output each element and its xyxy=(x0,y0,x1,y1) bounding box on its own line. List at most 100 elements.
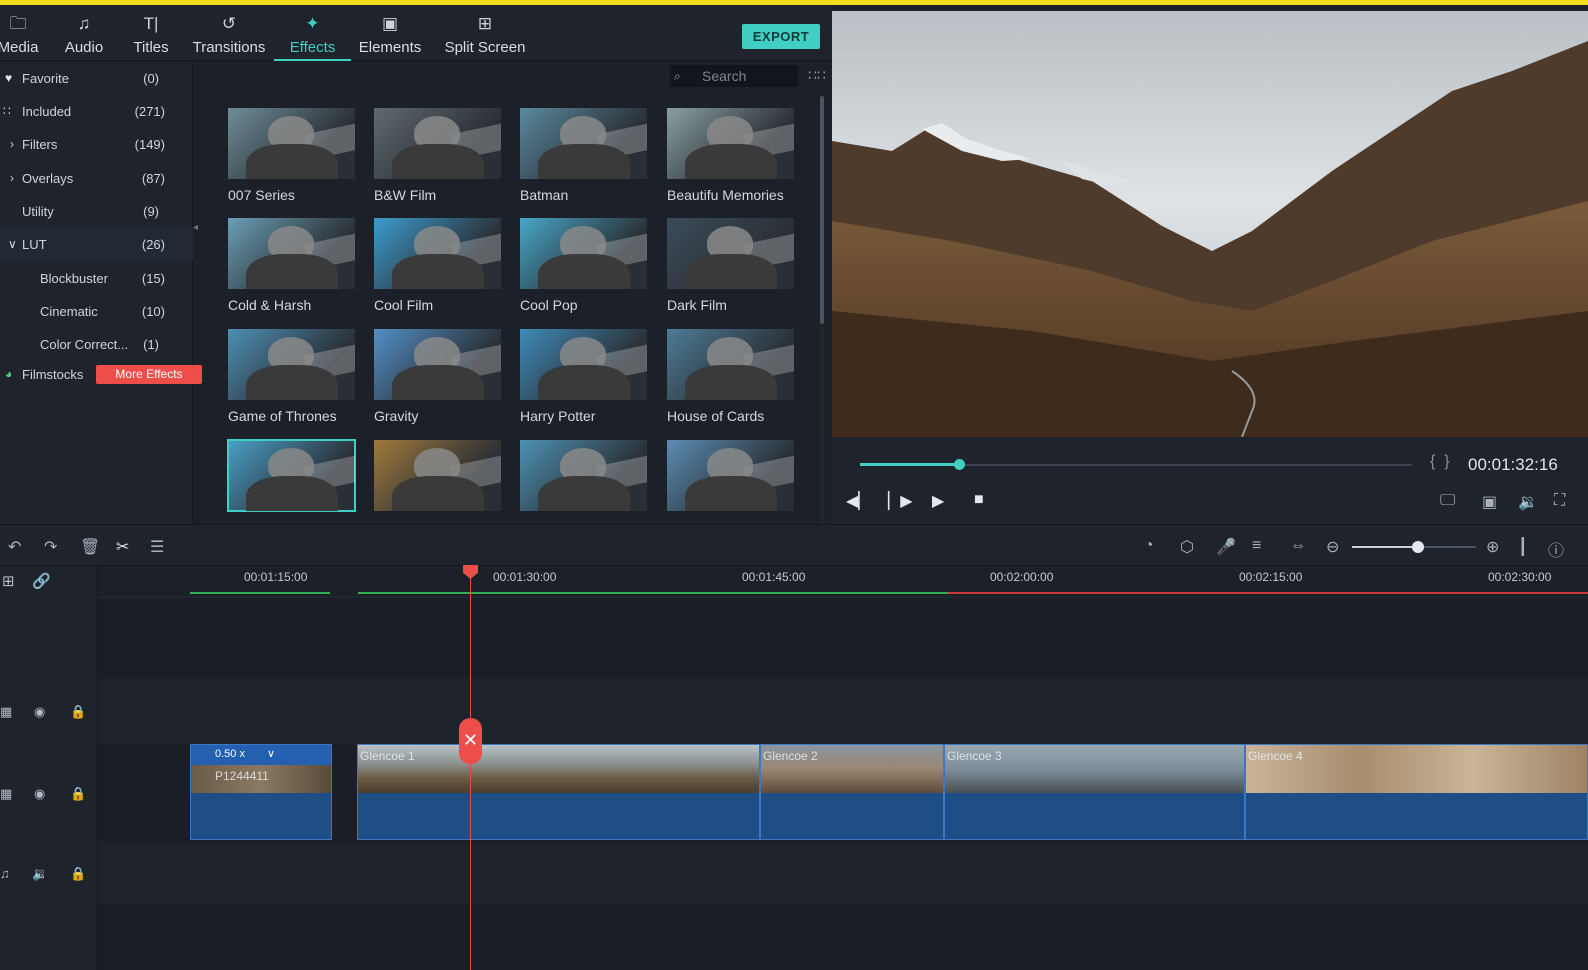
sidebar-item-included[interactable]: ∷ Included (271) xyxy=(0,95,193,128)
render-bar-red xyxy=(948,592,1588,594)
effect-card[interactable] xyxy=(227,439,356,524)
video-track-2[interactable] xyxy=(98,678,1588,744)
delete-icon[interactable]: 🗑 xyxy=(80,537,100,557)
video-preview[interactable] xyxy=(832,11,1588,437)
split-marker-icon[interactable]: ✕ xyxy=(459,718,482,764)
effect-card[interactable]: B&W Film xyxy=(374,108,501,210)
volume-icon[interactable]: 🔉 xyxy=(32,866,48,882)
chevron-right-icon: › xyxy=(10,137,14,151)
tab-audio[interactable]: ♫ Audio xyxy=(58,5,110,61)
sidebar-item-cinematic[interactable]: Cinematic (10) xyxy=(0,295,193,328)
volume-icon[interactable]: 🔉 xyxy=(1518,492,1538,512)
sidebar-item-lut[interactable]: ∨ LUT (26) xyxy=(0,228,193,261)
clip-glencoe-4[interactable]: Glencoe 4 xyxy=(1245,744,1588,840)
zoom-slider-handle[interactable] xyxy=(1411,541,1424,553)
effect-title: Gravity xyxy=(374,408,419,424)
effect-thumbnail xyxy=(227,439,356,512)
clip-glencoe-1[interactable]: Glencoe 1 xyxy=(357,744,760,840)
scrollbar-thumb[interactable] xyxy=(820,96,824,324)
effect-card[interactable]: Gravity xyxy=(374,329,501,431)
effect-card[interactable] xyxy=(374,440,501,524)
snapshot-icon[interactable]: ▣ xyxy=(1482,492,1497,512)
step-back-icon[interactable]: ◀▏ xyxy=(846,491,871,511)
audio-track[interactable] xyxy=(98,842,1588,904)
sidebar-item-color-correct[interactable]: Color Correct... (1) xyxy=(0,328,193,361)
frame-play-icon[interactable]: ▏▶ xyxy=(888,491,913,511)
grid-view-icon[interactable]: ∷∷ xyxy=(808,67,826,84)
clip-p1244411[interactable]: 0.50 x ∨ P1244411 xyxy=(190,744,332,840)
adjust-icon[interactable]: ☰ xyxy=(150,537,164,557)
clip-glencoe-2[interactable]: Glencoe 2 xyxy=(760,744,944,840)
lock-icon[interactable]: 🔒 xyxy=(70,786,86,802)
add-track-icon[interactable]: ⊞ xyxy=(2,572,15,590)
tab-elements[interactable]: ▣ Elements xyxy=(356,5,424,61)
tab-transitions[interactable]: ↺ Transitions xyxy=(186,5,272,61)
sidebar-item-favorite[interactable]: ♥ Favorite (0) xyxy=(0,62,193,95)
effect-card[interactable]: Cool Film xyxy=(374,218,501,320)
effect-card[interactable]: Game of Thrones xyxy=(228,329,355,431)
effect-title: Cool Pop xyxy=(520,297,578,313)
fit-timeline-icon[interactable]: ⇔ xyxy=(1290,537,1306,555)
in-out-brackets-icon[interactable]: { } xyxy=(1430,453,1450,471)
sidebar-item-utility[interactable]: Utility (9) xyxy=(0,195,193,228)
fullscreen-icon[interactable]: ⛶ xyxy=(1554,492,1565,510)
effect-card[interactable]: Dark Film xyxy=(667,218,794,320)
stop-icon[interactable]: ■ xyxy=(974,491,984,509)
more-effects-button[interactable]: More Effects xyxy=(96,365,202,384)
effect-card[interactable]: 007 Series xyxy=(228,108,355,210)
split-screen-icon: ⊞ xyxy=(477,14,493,33)
empty-track[interactable] xyxy=(98,598,1588,678)
effect-card[interactable]: House of Cards xyxy=(667,329,794,431)
effect-card[interactable]: Batman xyxy=(520,108,647,210)
chevron-down-icon: ∨ xyxy=(8,237,17,251)
tab-titles[interactable]: T| Titles xyxy=(124,5,178,61)
marker-icon[interactable]: ⬡ xyxy=(1180,537,1194,557)
sidebar-item-blockbuster[interactable]: Blockbuster (15) xyxy=(0,262,193,295)
render-bar-green-2 xyxy=(358,592,948,594)
render-icon[interactable]: ◔ xyxy=(1144,537,1154,555)
sidebar-item-filters[interactable]: › Filters (149) xyxy=(0,128,193,161)
help-icon[interactable]: ⓘ xyxy=(1548,537,1564,561)
effect-card[interactable] xyxy=(667,440,794,524)
tab-media[interactable]: 🗀 Media xyxy=(0,5,46,61)
column-icon[interactable]: ┃ xyxy=(1518,537,1528,557)
effect-card[interactable]: Beautifu Memories xyxy=(667,108,794,210)
tab-effects[interactable]: ✦ Effects xyxy=(274,5,351,61)
text-icon: T| xyxy=(143,14,159,33)
eye-icon[interactable]: ◉ xyxy=(34,704,45,720)
export-button[interactable]: EXPORT xyxy=(742,24,820,49)
clip-glencoe-3[interactable]: Glencoe 3 xyxy=(944,744,1245,840)
effect-card[interactable]: Cold & Harsh xyxy=(228,218,355,320)
effect-card[interactable] xyxy=(520,440,647,524)
timeline-ruler[interactable]: 00:01:15:00 00:01:30:00 00:01:45:00 00:0… xyxy=(98,566,1588,598)
collapse-sidebar-icon[interactable]: ◂ xyxy=(193,222,205,233)
playback-progress-handle[interactable] xyxy=(954,459,966,470)
play-icon[interactable]: ▶ xyxy=(932,491,944,511)
transition-icon: ↺ xyxy=(221,14,237,33)
effects-grid-panel: ⌕ Search ∷∷ 007 Series B&W Film Batman Beau… xyxy=(208,62,830,524)
lock-icon[interactable]: 🔒 xyxy=(70,704,86,720)
redo-icon[interactable]: ↷ xyxy=(44,537,57,557)
cut-icon[interactable]: ✂ xyxy=(116,537,129,557)
zoom-in-icon[interactable]: ⊕ xyxy=(1486,537,1499,557)
sidebar-item-overlays[interactable]: › Overlays (87) xyxy=(0,162,193,195)
effect-card[interactable]: Cool Pop xyxy=(520,218,647,320)
effect-title: Batman xyxy=(520,187,569,203)
undo-icon[interactable]: ↶ xyxy=(8,537,21,557)
effect-card[interactable]: Harry Potter xyxy=(520,329,647,431)
lock-icon[interactable]: 🔒 xyxy=(70,866,86,882)
audio-mixer-icon[interactable]: ≡ xyxy=(1252,537,1261,555)
timecode-display: 00:01:32:16 xyxy=(1468,455,1558,474)
search-input[interactable]: ⌕ Search xyxy=(670,65,798,87)
microphone-icon[interactable]: 🎤 xyxy=(1216,537,1236,557)
folder-icon: 🗀 xyxy=(9,14,27,33)
top-nav: 🗀 Media ♫ Audio T| Titles ↺ Transitions … xyxy=(0,5,832,61)
eye-icon[interactable]: ◉ xyxy=(34,786,45,802)
tab-split-screen[interactable]: ⊞ Split Screen xyxy=(440,5,530,61)
link-icon[interactable]: 🔗 xyxy=(32,572,51,590)
chevron-down-icon[interactable]: ∨ xyxy=(267,747,275,760)
effect-thumbnail xyxy=(520,218,647,289)
zoom-out-icon[interactable]: ⊖ xyxy=(1326,537,1339,557)
display-settings-icon[interactable]: 🖵 xyxy=(1440,492,1455,510)
landscape-preview-image xyxy=(832,11,1588,437)
